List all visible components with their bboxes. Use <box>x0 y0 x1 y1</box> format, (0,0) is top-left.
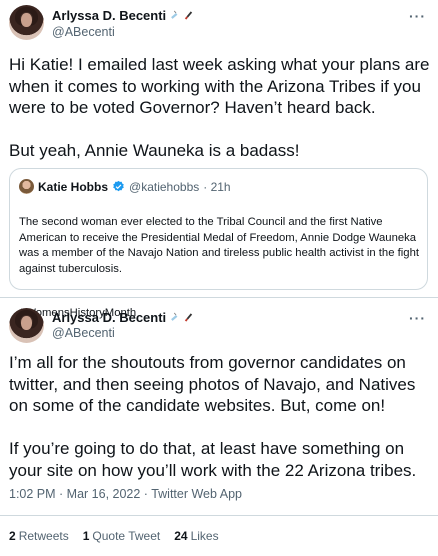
author-display-name[interactable]: Arlyssa D. Becenti <box>52 310 166 325</box>
likes-stat[interactable]: 24 Likes <box>174 529 218 543</box>
tweet-original: Arlyssa D. Becenti @ABecenti ··· Hi Kati… <box>0 0 438 334</box>
likes-count: 24 <box>174 529 188 543</box>
quoted-tweet[interactable]: Katie Hobbs @katiehobbs · 21h The second… <box>9 168 428 334</box>
retweets-label: Retweets <box>18 529 69 543</box>
quoted-handle: @katiehobbs <box>129 179 200 194</box>
author-handle[interactable]: @ABecenti <box>52 326 115 340</box>
quoted-avatar <box>19 179 34 194</box>
engagement-stats: 2 Retweets 1 Quote Tweet 24 Likes <box>9 529 219 543</box>
retweets-stat[interactable]: 2 Retweets <box>9 529 69 543</box>
syringe-emoji-icon <box>171 10 178 19</box>
tweet-author-row: Arlyssa D. Becenti <box>52 310 194 325</box>
quote-tweets-stat[interactable]: 1 Quote Tweet <box>83 529 161 543</box>
tweet-focused: Arlyssa D. Becenti @ABecenti ··· I’m all… <box>0 300 438 556</box>
tweet-timestamp[interactable]: 1:02 PM · Mar 16, 2022 · Twitter Web App <box>9 487 242 501</box>
tweet-divider <box>0 297 438 298</box>
more-options-icon[interactable]: ··· <box>409 310 426 326</box>
tweet-text: I’m all for the shoutouts from governor … <box>9 353 417 480</box>
stats-divider <box>0 515 438 516</box>
avatar[interactable] <box>9 308 44 343</box>
retweets-count: 2 <box>9 529 16 543</box>
quoted-tweet-header: Katie Hobbs @katiehobbs · 21h <box>19 179 231 194</box>
author-handle[interactable]: @ABecenti <box>52 25 115 39</box>
author-display-name[interactable]: Arlyssa D. Becenti <box>52 8 166 23</box>
syringe-emoji-icon <box>171 312 178 321</box>
verified-badge-icon <box>113 180 124 192</box>
avatar[interactable] <box>9 5 44 40</box>
quote-tweets-count: 1 <box>82 529 90 543</box>
paintbrush-emoji-icon <box>185 313 193 322</box>
quoted-display-name: Katie Hobbs <box>38 179 109 194</box>
tweet-author-row: Arlyssa D. Becenti <box>52 8 194 23</box>
more-options-icon[interactable]: ··· <box>409 8 426 24</box>
likes-label: Likes <box>190 529 219 543</box>
paintbrush-emoji-icon <box>185 11 193 20</box>
quoted-text-body: The second woman ever elected to the Tri… <box>19 215 419 276</box>
quoted-time: · 21h <box>203 179 231 194</box>
tweet-text: Hi Katie! I emailed last week asking wha… <box>9 55 430 160</box>
quote-tweets-label: Quote Tweet <box>92 529 161 543</box>
